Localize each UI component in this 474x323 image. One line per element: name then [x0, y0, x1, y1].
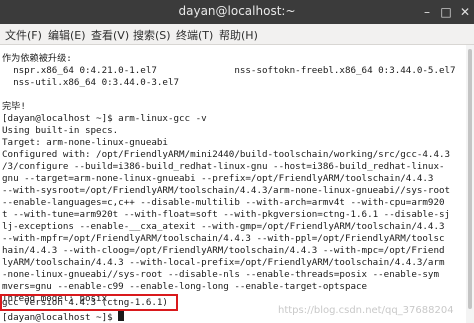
terminal-line: t --with-tune=arm920t --with-float=soft … — [2, 209, 451, 220]
terminal-line: -none-linux-gnueabi//sys-root --disable-… — [2, 269, 439, 280]
menu-search[interactable]: 搜索(S) — [133, 27, 171, 43]
scrollbar-thumb[interactable] — [468, 49, 472, 309]
terminal-line: nss-util.x86_64 0:3.44.0-3.el7 — [2, 77, 180, 88]
window-title: dayan@localhost:~ — [178, 4, 296, 18]
terminal-line: lj-exceptions --enable-__cxa_atexit --wi… — [2, 221, 445, 232]
terminal-line: /3/configure --build=i386-build_redhat-l… — [2, 161, 445, 172]
terminal-line: 完毕! — [2, 101, 26, 112]
watermark-text: https://blog.csdn.net/qq_37688204 — [278, 305, 454, 316]
minimize-icon[interactable]: – — [418, 3, 436, 21]
terminal-line: [dayan@localhost ~]$ arm-linux-gcc -v — [2, 113, 207, 124]
menu-bar: 文件(F) 编辑(E) 查看(V) 搜索(S) 终端(T) 帮助(H) — [0, 24, 474, 45]
terminal-line: hain/4.4.3 --with-cloog=/opt/FriendlyARM… — [2, 245, 445, 256]
close-icon[interactable]: ✕ — [456, 3, 474, 21]
terminal-line: mvers=gnu --enable-c99 --enable-long-lon… — [2, 281, 368, 292]
terminal-cursor — [118, 311, 125, 321]
terminal-line: Configured with: /opt/FriendlyARM/mini24… — [2, 149, 451, 160]
terminal-line: gnu --target=arm-none-linux-gnueabi --pr… — [2, 173, 434, 184]
terminal-line: --with-sysroot=/opt/FriendlyARM/toolscha… — [2, 185, 451, 196]
window-titlebar[interactable]: dayan@localhost:~ – □ ✕ — [0, 0, 474, 24]
terminal-scrollbar[interactable] — [466, 45, 474, 323]
terminal-line: Using built-in specs. — [2, 125, 119, 136]
menu-edit[interactable]: 编辑(E) — [48, 27, 86, 43]
terminal-line: --with-mpfr=/opt/FriendlyARM/toolschain/… — [2, 233, 445, 244]
terminal-line: --enable-languages=c,c++ --disable-multi… — [2, 197, 445, 208]
version-highlight-box — [0, 294, 178, 311]
maximize-icon[interactable]: □ — [437, 3, 455, 21]
menu-terminal[interactable]: 终端(T) — [176, 27, 213, 43]
terminal-prompt: [dayan@localhost ~]$ — [2, 312, 119, 323]
terminal-prompt-line[interactable]: [dayan@localhost ~]$ — [2, 311, 125, 323]
terminal-line: nspr.x86_64 0:4.21.0-1.el7 nss-softokn-f… — [2, 65, 456, 76]
terminal-line: Target: arm-none-linux-gnueabi — [2, 137, 168, 148]
terminal-line: 作为依赖被升级: — [2, 53, 72, 64]
menu-view[interactable]: 查看(V) — [91, 27, 129, 43]
terminal-line: lyARM/toolschain/4.4.3 --with-local-pref… — [2, 257, 445, 268]
terminal-output[interactable]: 作为依赖被升级: nspr.x86_64 0:4.21.0-1.el7 nss-… — [0, 45, 466, 323]
menu-file[interactable]: 文件(F) — [5, 27, 42, 43]
menu-help[interactable]: 帮助(H) — [219, 27, 258, 43]
